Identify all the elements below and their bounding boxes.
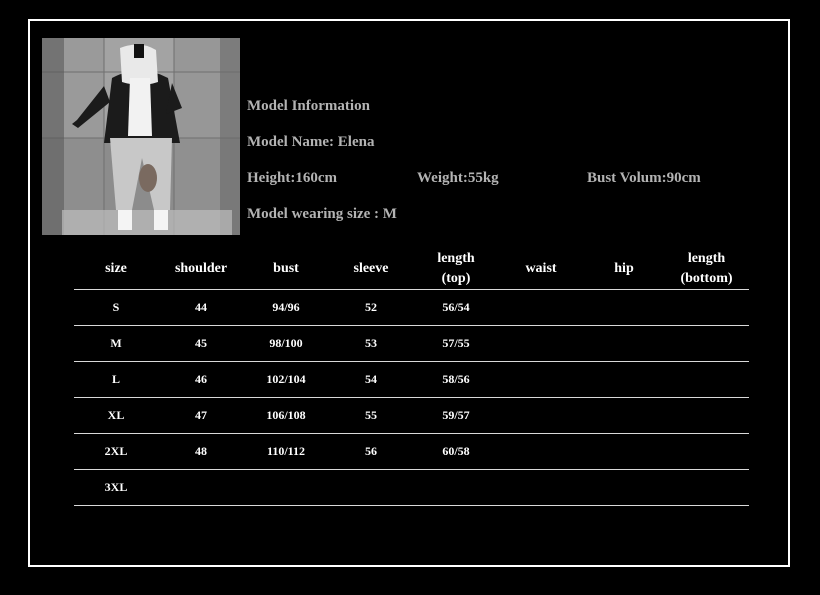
header-bust: bust xyxy=(244,248,328,290)
cell-shoulder: 47 xyxy=(158,397,244,434)
table-row: 2XL 48 110/112 56 60/58 xyxy=(74,433,749,470)
cell-hip xyxy=(584,361,664,398)
model-height: Height:160cm xyxy=(247,170,337,186)
cell-bust: 98/100 xyxy=(244,325,328,362)
cell-size: M xyxy=(74,325,158,362)
cell-sleeve: 56 xyxy=(328,433,414,470)
header-length-bottom: length (bottom) xyxy=(664,248,749,290)
cell-hip xyxy=(584,397,664,434)
cell-shoulder: 46 xyxy=(158,361,244,398)
cell-length-bottom xyxy=(664,433,749,470)
cell-hip xyxy=(584,289,664,326)
cell-shoulder xyxy=(158,469,244,506)
cell-waist xyxy=(498,361,584,398)
header-shoulder: shoulder xyxy=(158,248,244,290)
cell-length-bottom xyxy=(664,361,749,398)
cell-waist xyxy=(498,469,584,506)
cell-sleeve: 52 xyxy=(328,289,414,326)
cell-waist xyxy=(498,289,584,326)
cell-shoulder: 48 xyxy=(158,433,244,470)
table-header-row: size shoulder bust sleeve length (top) wa… xyxy=(74,248,749,290)
cell-hip xyxy=(584,433,664,470)
cell-hip xyxy=(584,325,664,362)
header-size: size xyxy=(74,248,158,290)
cell-length-top: 56/54 xyxy=(414,289,498,326)
model-weight: Weight:55kg xyxy=(417,170,499,186)
table-row: XL 47 106/108 55 59/57 xyxy=(74,397,749,434)
model-wearing-size: Model wearing size : M xyxy=(247,206,397,222)
cell-size: 3XL xyxy=(74,469,158,506)
cell-length-top: 58/56 xyxy=(414,361,498,398)
table-row: 3XL xyxy=(74,469,749,506)
cell-bust: 106/108 xyxy=(244,397,328,434)
cell-shoulder: 44 xyxy=(158,289,244,326)
header-length-top: length (top) xyxy=(414,248,498,290)
cell-length-bottom xyxy=(664,469,749,506)
cell-sleeve: 53 xyxy=(328,325,414,362)
cell-length-bottom xyxy=(664,325,749,362)
model-bust: Bust Volum:90cm xyxy=(587,170,701,186)
cell-waist xyxy=(498,397,584,434)
table-row: S 44 94/96 52 56/54 xyxy=(74,289,749,326)
model-photo xyxy=(42,38,240,235)
cell-hip xyxy=(584,469,664,506)
cell-bust: 102/104 xyxy=(244,361,328,398)
cell-shoulder: 45 xyxy=(158,325,244,362)
header-waist: waist xyxy=(498,248,584,290)
cell-sleeve: 54 xyxy=(328,361,414,398)
cell-length-top xyxy=(414,469,498,506)
cell-bust: 94/96 xyxy=(244,289,328,326)
model-info-heading: Model Information xyxy=(247,98,370,114)
size-chart-table: size shoulder bust sleeve length (top) wa… xyxy=(74,248,749,506)
cell-waist xyxy=(498,325,584,362)
model-name: Model Name: Elena xyxy=(247,134,375,150)
cell-length-top: 57/55 xyxy=(414,325,498,362)
cell-waist xyxy=(498,433,584,470)
table-row: M 45 98/100 53 57/55 xyxy=(74,325,749,362)
header-hip: hip xyxy=(584,248,664,290)
cell-length-bottom xyxy=(664,397,749,434)
cell-size: 2XL xyxy=(74,433,158,470)
cell-length-top: 59/57 xyxy=(414,397,498,434)
header-sleeve: sleeve xyxy=(328,248,414,290)
cell-length-bottom xyxy=(664,289,749,326)
table-row: L 46 102/104 54 58/56 xyxy=(74,361,749,398)
cell-size: XL xyxy=(74,397,158,434)
cell-length-top: 60/58 xyxy=(414,433,498,470)
cell-size: S xyxy=(74,289,158,326)
cell-sleeve xyxy=(328,469,414,506)
cell-bust xyxy=(244,469,328,506)
cell-sleeve: 55 xyxy=(328,397,414,434)
cell-size: L xyxy=(74,361,158,398)
cell-bust: 110/112 xyxy=(244,433,328,470)
